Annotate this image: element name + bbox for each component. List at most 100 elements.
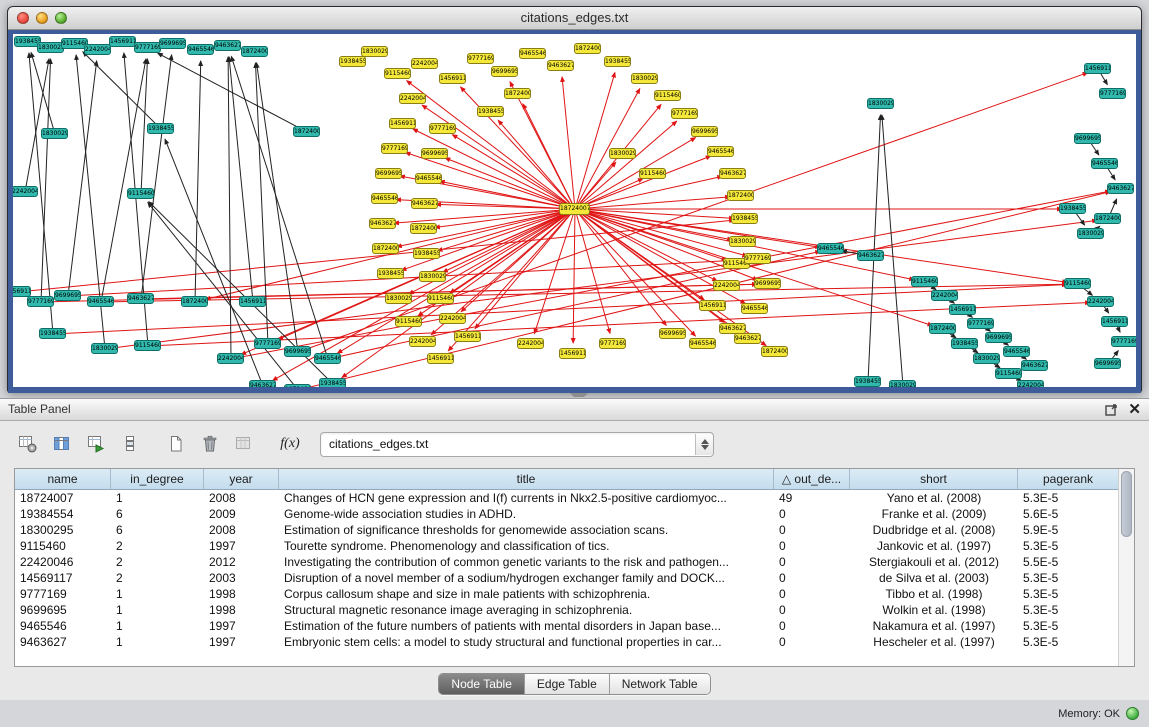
network-node[interactable]: 19384554 xyxy=(951,338,978,349)
table-row[interactable]: 946362711997Embryonic stem cells: a mode… xyxy=(15,634,1118,650)
network-node[interactable]: 18724007 xyxy=(929,323,956,334)
network-node[interactable]: 9463627 xyxy=(547,60,574,71)
network-node[interactable]: 9777169 xyxy=(1111,336,1136,347)
network-node[interactable]: 9777169 xyxy=(744,253,771,264)
table-cell[interactable]: 5.3E-5 xyxy=(1018,586,1118,602)
table-cell[interactable]: 0 xyxy=(774,570,850,586)
table-cell[interactable]: Embryonic stem cells: a model to study s… xyxy=(279,634,774,650)
network-node[interactable]: 14569117 xyxy=(439,73,466,84)
table-selector-combobox[interactable]: citations_edges.txt xyxy=(320,432,714,457)
network-node[interactable]: 9463627 xyxy=(214,40,241,51)
network-node[interactable]: 9465546 xyxy=(371,193,398,204)
merge-rows-button[interactable] xyxy=(116,431,144,457)
table-cell[interactable]: 1997 xyxy=(204,538,279,554)
network-node[interactable]: 9463627 xyxy=(857,250,884,261)
network-node[interactable]: 18300295 xyxy=(867,98,894,109)
network-node[interactable]: 19384554 xyxy=(413,248,440,259)
table-cell[interactable]: 1997 xyxy=(204,618,279,634)
network-node[interactable]: 9777169 xyxy=(134,42,161,53)
network-node[interactable]: 18300295 xyxy=(973,353,1000,364)
network-node[interactable]: 9465546 xyxy=(187,44,214,55)
table-cell[interactable]: Disruption of a novel member of a sodium… xyxy=(279,570,774,586)
table-cell[interactable]: 5.3E-5 xyxy=(1018,490,1118,506)
table-cell[interactable]: 5.9E-5 xyxy=(1018,522,1118,538)
table-cell[interactable]: Investigating the contribution of common… xyxy=(279,554,774,570)
network-node[interactable]: 18724007 xyxy=(574,43,601,54)
table-cell[interactable]: 5.6E-5 xyxy=(1018,506,1118,522)
table-cell[interactable]: 2 xyxy=(111,570,204,586)
table-cell[interactable]: 19384554 xyxy=(15,506,111,522)
network-node[interactable]: 9465546 xyxy=(707,146,734,157)
table-cell[interactable]: 0 xyxy=(774,538,850,554)
network-node[interactable]: 18724007 xyxy=(181,296,208,307)
table-cell[interactable]: 1998 xyxy=(204,602,279,618)
table-cell[interactable]: Tibbo et al. (1998) xyxy=(850,586,1018,602)
network-node[interactable]: 9699695 xyxy=(691,126,718,137)
network-node[interactable]: 9465546 xyxy=(314,353,341,364)
network-node[interactable]: 18300295 xyxy=(37,42,64,53)
network-node[interactable]: 9699695 xyxy=(375,168,402,179)
close-panel-icon[interactable]: ✕ xyxy=(1128,403,1141,416)
network-node[interactable]: 22420046 xyxy=(409,336,436,347)
network-node[interactable]: 14569117 xyxy=(559,348,586,359)
table-cell[interactable]: Tourette syndrome. Phenomenology and cla… xyxy=(279,538,774,554)
network-node[interactable]: 9115460 xyxy=(639,168,666,179)
network-node[interactable]: 18300295 xyxy=(419,271,446,282)
table-cell[interactable]: 1 xyxy=(111,634,204,650)
column-header-1[interactable]: in_degree xyxy=(111,469,204,489)
table-row[interactable]: 1938455462009Genome-wide association stu… xyxy=(15,506,1118,522)
table-cell[interactable]: 18300295 xyxy=(15,522,111,538)
table-cell[interactable]: 2 xyxy=(111,538,204,554)
network-node[interactable]: 18300295 xyxy=(631,73,658,84)
table-row[interactable]: 2242004622012Investigating the contribut… xyxy=(15,554,1118,570)
network-node[interactable]: 14569117 xyxy=(949,304,976,315)
network-node[interactable]: 9463627 xyxy=(249,380,276,387)
network-node[interactable]: 9463627 xyxy=(719,168,746,179)
network-node[interactable]: 9777169 xyxy=(671,108,698,119)
table-cell[interactable]: 1998 xyxy=(204,586,279,602)
table-cell[interactable]: Estimation of significance thresholds fo… xyxy=(279,522,774,538)
network-node[interactable]: 18724007 xyxy=(372,243,399,254)
network-node[interactable]: 9699695 xyxy=(1094,358,1121,369)
table-cell[interactable]: 0 xyxy=(774,522,850,538)
network-node[interactable]: 14569117 xyxy=(109,36,136,47)
table-cell[interactable]: 2003 xyxy=(204,570,279,586)
table-cell[interactable]: 2 xyxy=(111,554,204,570)
table-cell[interactable]: 5.3E-5 xyxy=(1018,618,1118,634)
table-cell[interactable]: 9777169 xyxy=(15,586,111,602)
network-node[interactable]: 9699695 xyxy=(54,290,81,301)
network-node[interactable]: 9463627 xyxy=(369,218,396,229)
network-node[interactable]: 9115460 xyxy=(134,340,161,351)
network-node[interactable]: 9777169 xyxy=(381,143,408,154)
scrollbar-thumb[interactable] xyxy=(1121,471,1132,537)
network-node[interactable]: 9115460 xyxy=(427,293,454,304)
network-node[interactable]: 22420046 xyxy=(411,58,438,69)
column-header-5[interactable]: short xyxy=(850,469,1018,489)
network-node[interactable]: 9777169 xyxy=(1099,88,1126,99)
table-cell[interactable]: Nakamura et al. (1997) xyxy=(850,618,1018,634)
network-node[interactable]: 9115460 xyxy=(654,90,681,101)
network-node[interactable]: 14569117 xyxy=(454,331,481,342)
network-node[interactable]: 19384554 xyxy=(477,106,504,117)
network-node[interactable]: 14569117 xyxy=(239,296,266,307)
table-cell[interactable]: 49 xyxy=(774,490,850,506)
network-node[interactable]: 14569117 xyxy=(699,300,726,311)
network-node[interactable]: 18300295 xyxy=(609,148,636,159)
network-node[interactable]: 9699695 xyxy=(284,346,311,357)
table-cell[interactable]: 1 xyxy=(111,602,204,618)
table-cell[interactable]: 6 xyxy=(111,506,204,522)
network-node[interactable]: 9463627 xyxy=(127,293,154,304)
network-node[interactable]: 9465546 xyxy=(817,243,844,254)
table-cell[interactable]: 0 xyxy=(774,634,850,650)
table-cell[interactable]: 0 xyxy=(774,506,850,522)
table-cell[interactable]: 9465546 xyxy=(15,618,111,634)
network-node[interactable]: 14569117 xyxy=(427,353,454,364)
network-node[interactable]: 9465546 xyxy=(519,48,546,59)
table-cell[interactable]: 2012 xyxy=(204,554,279,570)
network-node[interactable]: 18300295 xyxy=(889,380,916,387)
table-cell[interactable]: Genome-wide association studies in ADHD. xyxy=(279,506,774,522)
network-node[interactable]: 9465546 xyxy=(87,296,114,307)
network-node[interactable]: 9777169 xyxy=(429,123,456,134)
table-cell[interactable]: Structural magnetic resonance image aver… xyxy=(279,602,774,618)
network-node[interactable]: 22420046 xyxy=(217,353,244,364)
